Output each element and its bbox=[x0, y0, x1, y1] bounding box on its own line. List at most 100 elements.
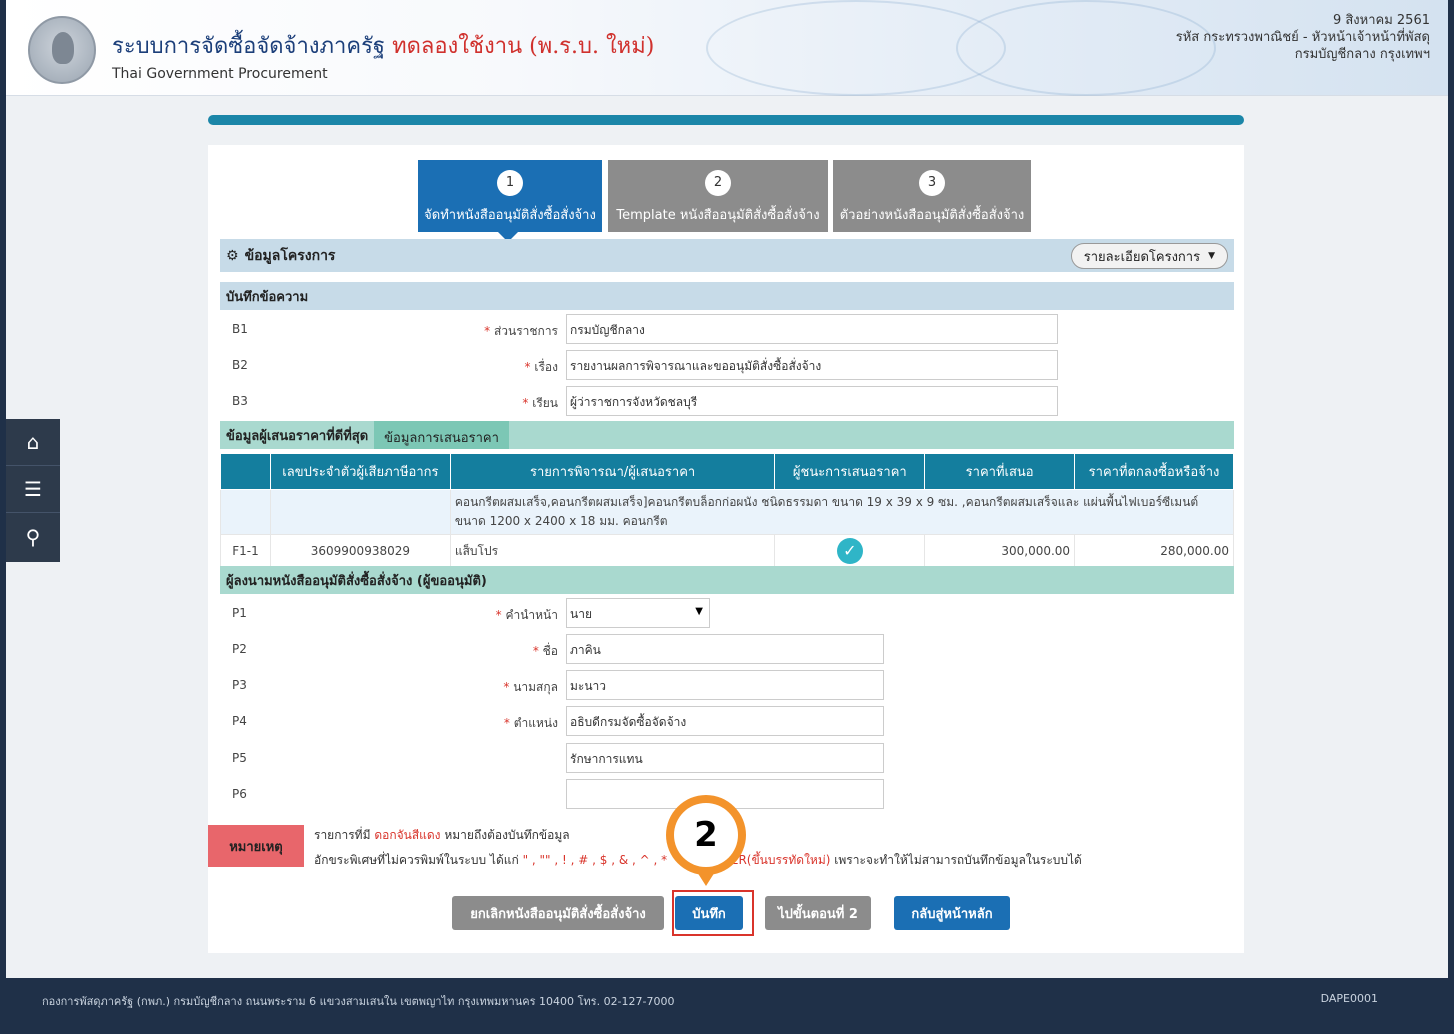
app-frame: ระบบการจัดซื้อจัดจ้างภาครัฐ ทดลองใช้งาน … bbox=[6, 0, 1448, 978]
project-info-bar: ⚙ ข้อมูลโครงการ รายละเอียดโครงการ ▼ bbox=[220, 239, 1234, 272]
column-header: ราคาที่เสนอ bbox=[924, 453, 1076, 490]
first-name-input[interactable]: ภาคิน bbox=[566, 634, 884, 664]
menu-icon[interactable]: ☰ bbox=[6, 466, 60, 513]
row-code: P2 bbox=[232, 642, 247, 656]
row-label: * นามสกุล bbox=[503, 680, 558, 694]
signer-row-p4: P4 * ตำแหน่ง อธิบดีกรมจัดซื้อจัดจ้าง bbox=[232, 704, 1232, 740]
save-highlight-box bbox=[672, 890, 754, 936]
subject-input[interactable]: รายงานผลการพิจารณาและขออนุมัติสั่งซื้อสั… bbox=[566, 350, 1058, 380]
step-1-tab[interactable]: 1 จัดทำหนังสืออนุมัติสั่งซื้อสั่งจ้าง bbox=[418, 160, 602, 242]
bid-info-tab[interactable]: ข้อมูลการเสนอราคา bbox=[374, 421, 509, 449]
step-label: Template หนังสืออนุมัติสั่งซื้อสั่งจ้าง bbox=[616, 208, 820, 223]
agreed-price: 280,000.00 bbox=[1074, 534, 1234, 568]
user-role: รหัส กระทรวงพาณิชย์ - หัวหน้าเจ้าหน้าที่… bbox=[1175, 30, 1430, 45]
garuda-logo-icon bbox=[28, 16, 96, 84]
row-code: B1 bbox=[232, 322, 248, 336]
step-number: 3 bbox=[919, 170, 945, 196]
row-code: P6 bbox=[232, 787, 247, 801]
position-input[interactable]: อธิบดีกรมจัดซื้อจัดจ้าง bbox=[566, 706, 884, 736]
row-code: P3 bbox=[232, 678, 247, 692]
step-label: ตัวอย่างหนังสืออนุมัติสั่งซื้อสั่งจ้าง bbox=[839, 208, 1025, 223]
row-label-text: คำนำหน้า bbox=[505, 608, 558, 622]
memo-row-b1: B1 * ส่วนราชการ กรมบัญชีกลาง bbox=[232, 312, 1232, 348]
row-label: * ตำแหน่ง bbox=[503, 716, 558, 730]
current-date: 9 สิงหาคม 2561 bbox=[1332, 13, 1430, 28]
row-label-text: เรื่อง bbox=[534, 360, 558, 374]
footer-code: DAPE0001 bbox=[1320, 992, 1378, 1005]
check-circle-icon: ✓ bbox=[836, 538, 863, 564]
step-number: 2 bbox=[705, 170, 731, 196]
bidder-table: เลขประจำตัวผู้เสียภาษีอากร รายการพิจารณา… bbox=[220, 453, 1235, 568]
recipient-input[interactable]: ผู้ว่าราชการจังหวัดชลบุรี bbox=[566, 386, 1058, 416]
last-name-input[interactable]: มะนาว bbox=[566, 670, 884, 700]
caret-down-icon: ▼ bbox=[1208, 251, 1215, 261]
column-header: รายการพิจารณา/ผู้เสนอราคา bbox=[449, 453, 776, 490]
site-header: ระบบการจัดซื้อจัดจ้างภาครัฐ ทดลองใช้งาน … bbox=[6, 0, 1448, 96]
bidder-section-bar: ข้อมูลผู้เสนอราคาที่ดีที่สุด ข้อมูลการเส… bbox=[220, 421, 1234, 449]
cancel-approval-button[interactable]: ยกเลิกหนังสืออนุมัติสั่งซื้อสั่งจ้าง bbox=[452, 896, 664, 930]
row-code: B2 bbox=[232, 358, 248, 372]
row-label-text: ตำแหน่ง bbox=[513, 716, 558, 730]
row-code: P5 bbox=[232, 751, 247, 765]
footer-address: กองการพัสดุภาครัฐ (กพภ.) กรมบัญชีกลาง ถน… bbox=[42, 995, 675, 1008]
signer-row-p5: P5 รักษาการแทน bbox=[232, 741, 1232, 777]
step-label: จัดทำหนังสืออนุมัติสั่งซื้อสั่งจ้าง bbox=[424, 208, 596, 223]
table-header-row: เลขประจำตัวผู้เสียภาษีอากร รายการพิจารณา… bbox=[220, 453, 1234, 490]
column-header: เลขประจำตัวผู้เสียภาษีอากร bbox=[269, 453, 451, 490]
user-department: กรมบัญชีกลาง กรุงเทพฯ bbox=[1294, 47, 1430, 62]
row-label: * คำนำหน้า bbox=[495, 608, 558, 622]
callout-number: 2 bbox=[674, 803, 738, 867]
column-header: ผู้ชนะการเสนอราคา bbox=[774, 453, 926, 490]
user-info: 9 สิงหาคม 2561 รหัส กระทรวงพาณิชย์ - หัว… bbox=[1176, 12, 1430, 63]
step-3-tab[interactable]: 3 ตัวอย่างหนังสืออนุมัติสั่งซื้อสั่งจ้าง bbox=[833, 160, 1031, 232]
note-text-b: ดอกจันสีแดง bbox=[374, 828, 441, 842]
tax-id: 3609900938029 bbox=[269, 534, 451, 568]
project-detail-button[interactable]: รายละเอียดโครงการ ▼ bbox=[1070, 243, 1228, 269]
progress-bar bbox=[208, 115, 1244, 125]
memo-row-b3: B3 * เรียน ผู้ว่าราชการจังหวัดชลบุรี bbox=[232, 384, 1232, 420]
department-input[interactable]: กรมบัญชีกลาง bbox=[566, 314, 1058, 344]
note-text-a: อักขระพิเศษที่ไม่ควรพิมพ์ในระบบ ได้แก่ bbox=[314, 853, 519, 867]
signer-row-p2: P2 * ชื่อ ภาคิน bbox=[232, 632, 1232, 668]
settings-sliders-icon: ⚙ bbox=[226, 247, 239, 264]
note-text-c: หมายถึงต้องบันทึกข้อมูล bbox=[444, 828, 570, 842]
note-text-d: เพราะจะทำให้ไม่สามารถบันทึกข้อมูลในระบบไ… bbox=[834, 853, 1082, 867]
signer-row-p1: P1 * คำนำหน้า นาย bbox=[232, 596, 1232, 632]
memo-section-title: บันทึกข้อความ bbox=[220, 282, 1234, 310]
search-icon[interactable]: ⚲ bbox=[6, 513, 60, 560]
next-step-button[interactable]: ไปขั้นตอนที่ 2 bbox=[765, 896, 871, 930]
offer-price: 300,000.00 bbox=[924, 534, 1076, 568]
project-detail-label: รายละเอียดโครงการ bbox=[1083, 249, 1201, 265]
prefix-value: นาย bbox=[570, 607, 592, 621]
step-2-tab[interactable]: 2 Template หนังสืออนุมัติสั่งซื้อสั่งจ้า… bbox=[608, 160, 828, 232]
item-description: คอนกรีตผสมเสร็จ,คอนกรีตผสมเสร็จ]คอนกรีตบ… bbox=[449, 489, 1235, 535]
site-footer: กองการพัสดุภาครัฐ (กพภ.) กรมบัญชีกลาง ถน… bbox=[0, 978, 1454, 1034]
home-icon[interactable]: ⌂ bbox=[6, 419, 60, 466]
prefix-select[interactable]: นาย bbox=[566, 598, 710, 628]
note-text-a: รายการที่มี bbox=[314, 828, 371, 842]
row-code: F1-1 bbox=[220, 534, 271, 568]
row-label: * เรื่อง bbox=[524, 360, 558, 374]
row-label: * เรียน bbox=[522, 396, 558, 410]
bidder-name: แส็บโปร bbox=[449, 534, 776, 568]
back-home-button[interactable]: กลับสู่หน้าหลัก bbox=[894, 896, 1010, 930]
system-title: ระบบการจัดซื้อจัดจ้างภาครัฐ ทดลองใช้งาน … bbox=[112, 28, 654, 63]
table-row: คอนกรีตผสมเสร็จ,คอนกรีตผสมเสร็จ]คอนกรีตบ… bbox=[220, 489, 1235, 535]
row-code: P1 bbox=[232, 606, 247, 620]
table-row[interactable]: F1-1 3609900938029 แส็บโปร ✓ 300,000.00 … bbox=[220, 534, 1234, 568]
table-cell bbox=[269, 489, 451, 535]
row-label-text: เรียน bbox=[532, 396, 558, 410]
bidder-section-title: ข้อมูลผู้เสนอราคาที่ดีที่สุด bbox=[226, 428, 369, 444]
step-number: 1 bbox=[497, 170, 523, 196]
table-cell bbox=[220, 489, 271, 535]
note-tag: หมายเหตุ bbox=[208, 825, 304, 867]
main-panel: 1 จัดทำหนังสืออนุมัติสั่งซื้อสั่งจ้าง 2 … bbox=[208, 145, 1244, 953]
memo-row-b2: B2 * เรื่อง รายงานผลการพิจารณาและขออนุมั… bbox=[232, 348, 1232, 384]
row-label-text: ชื่อ bbox=[542, 644, 558, 658]
column-header bbox=[220, 453, 271, 490]
signer-section-title: ผู้ลงนามหนังสืออนุมัติสั่งซื้อสั่งจ้าง (… bbox=[220, 566, 1234, 594]
acting-input[interactable]: รักษาการแทน bbox=[566, 743, 884, 773]
column-header: ราคาที่ตกลงซื้อหรือจ้าง bbox=[1074, 453, 1234, 490]
row-label: * ชื่อ bbox=[532, 644, 558, 658]
system-subtitle: Thai Government Procurement bbox=[112, 66, 328, 82]
